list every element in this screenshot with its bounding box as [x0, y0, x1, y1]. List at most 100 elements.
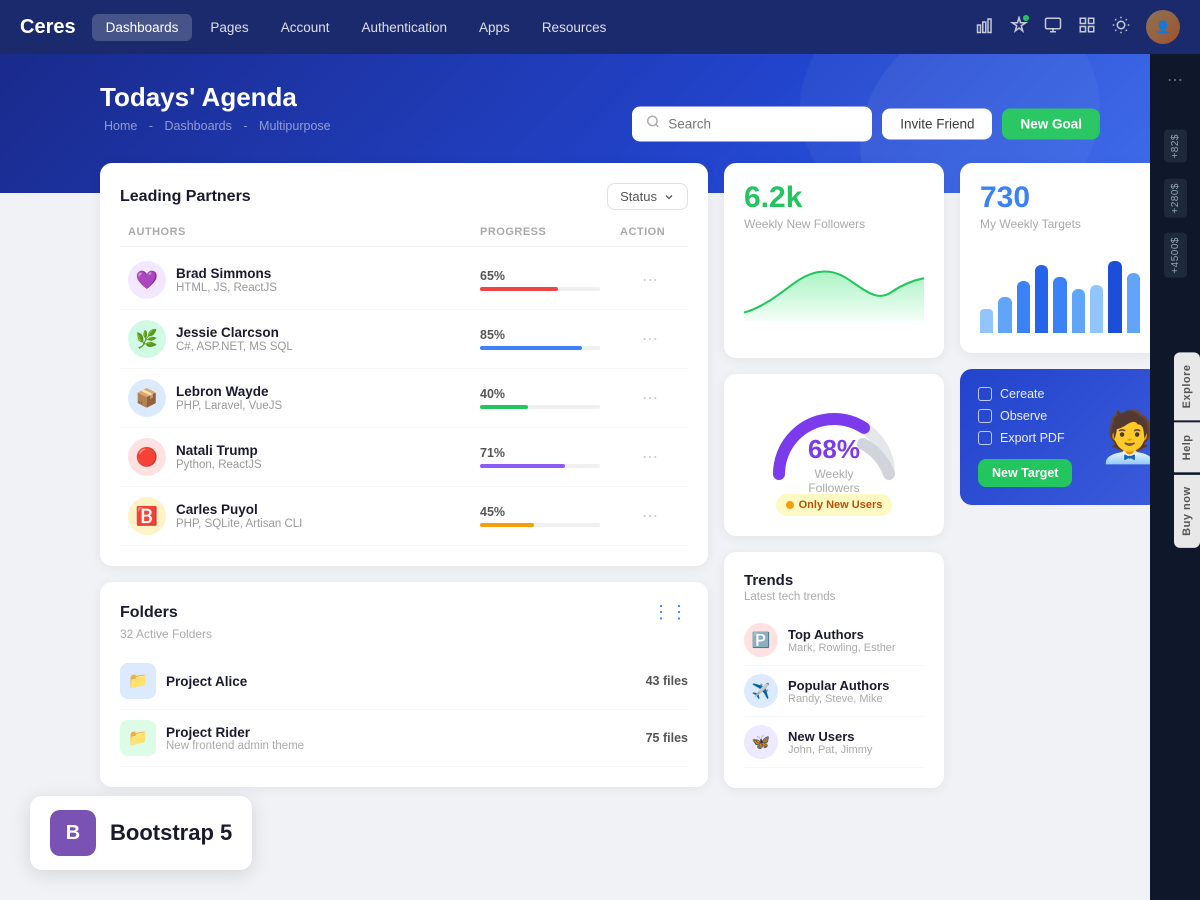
gauge-label: Weekly Followers	[789, 467, 879, 495]
partner-tech: PHP, Laravel, VueJS	[176, 400, 282, 412]
progress-bar-fill	[480, 464, 565, 468]
warning-dot	[786, 501, 794, 509]
progress-bar-bg	[480, 346, 600, 350]
partners-list: 💜 Brad Simmons HTML, JS, ReactJS 65% ⋯ 🌿…	[120, 251, 688, 546]
trend-name: Top Authors	[788, 627, 896, 642]
grid-icon[interactable]	[1078, 16, 1096, 39]
partner-info: 🅱️ Carles Puyol PHP, SQLite, Artisan CLI	[128, 497, 480, 535]
message-icon[interactable]	[1044, 16, 1062, 39]
list-item: 🅿️ Top Authors Mark, Rowling, Esther	[744, 615, 924, 666]
followers-card: 6.2k Weekly New Followers	[724, 163, 944, 358]
checkbox-export-pdf[interactable]	[978, 431, 992, 445]
partner-info: 💜 Brad Simmons HTML, JS, ReactJS	[128, 261, 480, 299]
progress-bar-bg	[480, 464, 600, 468]
nav-authentication[interactable]: Authentication	[347, 14, 461, 41]
progress-bar-fill	[480, 346, 582, 350]
navbar-icons: 👤	[976, 10, 1180, 44]
table-row: 📦 Lebron Wayde PHP, Laravel, VueJS 40% ⋯	[120, 369, 688, 428]
progress-col: 40%	[480, 387, 620, 409]
progress-col: 45%	[480, 505, 620, 527]
partner-avatar: 💜	[128, 261, 166, 299]
invite-friend-button[interactable]: Invite Friend	[882, 108, 992, 139]
partner-tech: PHP, SQLite, Artisan CLI	[176, 518, 302, 530]
partner-name: Carles Puyol	[176, 502, 302, 517]
search-input[interactable]	[668, 116, 858, 131]
new-goal-button[interactable]: New Goal	[1002, 108, 1100, 139]
breadcrumb-home[interactable]: Home	[104, 119, 137, 133]
panel-dots-icon[interactable]: ⋯	[1167, 70, 1183, 90]
gauge-wrap: 68% Weekly Followers	[744, 404, 924, 484]
action-menu[interactable]: ⋯	[620, 270, 680, 290]
right-column: 730 My Weekly Targets Cereate	[960, 163, 1160, 788]
gauge-percent: 68%	[789, 434, 879, 465]
progress-col: 65%	[480, 269, 620, 291]
breadcrumb-dashboards[interactable]: Dashboards	[164, 119, 231, 133]
only-new-users-badge: Only New Users	[776, 494, 893, 516]
partner-name: Jessie Clarcson	[176, 325, 293, 340]
badge-4500: +4500$	[1164, 233, 1187, 278]
partner-avatar: 🅱️	[128, 497, 166, 535]
sun-icon[interactable]	[1112, 16, 1130, 39]
partner-tech: C#, ASP.NET, MS SQL	[176, 341, 293, 353]
trends-subtitle: Latest tech trends	[744, 591, 924, 603]
table-header: AUTHORS PROGRESS ACTION	[120, 226, 688, 247]
list-item: 📁 Project Rider New frontend admin theme…	[120, 710, 688, 767]
watermark-bootstrap: B Bootstrap 5	[30, 796, 252, 870]
breadcrumb: Home - Dashboards - Multipurpose	[100, 119, 1100, 133]
trend-sub: Mark, Rowling, Esther	[788, 642, 896, 654]
action-menu[interactable]: ⋯	[620, 506, 680, 526]
progress-percent: 45%	[480, 505, 620, 519]
user-avatar[interactable]: 👤	[1146, 10, 1180, 44]
sparkle-icon[interactable]	[1010, 16, 1028, 39]
trend-name: Popular Authors	[788, 678, 889, 693]
action-menu[interactable]: ⋯	[620, 329, 680, 349]
partner-avatar: 🔴	[128, 438, 166, 476]
new-target-button[interactable]: New Target	[978, 459, 1072, 487]
navbar: Ceres Dashboards Pages Account Authentic…	[0, 0, 1200, 54]
folders-header: Folders ⋮⋮	[120, 602, 688, 623]
side-tab-help[interactable]: Help	[1174, 422, 1200, 472]
targets-count: 730	[980, 183, 1140, 213]
nav-resources[interactable]: Resources	[528, 14, 621, 41]
folders-options-icon[interactable]: ⋮⋮	[652, 602, 688, 623]
trend-icon: ✈️	[744, 674, 778, 708]
trends-title: Trends	[744, 572, 924, 589]
folder-files: 43 files	[646, 674, 688, 688]
folders-title: Folders	[120, 604, 178, 622]
progress-percent: 71%	[480, 446, 620, 460]
trend-icon: 🦋	[744, 725, 778, 759]
nav-dashboards[interactable]: Dashboards	[92, 14, 193, 41]
list-item: ✈️ Popular Authors Randy, Steve, Mike	[744, 666, 924, 717]
search-icon	[646, 114, 660, 133]
chart-icon[interactable]	[976, 16, 994, 39]
checkbox-cereate[interactable]	[978, 387, 992, 401]
nav-apps[interactable]: Apps	[465, 14, 524, 41]
partner-info: 📦 Lebron Wayde PHP, Laravel, VueJS	[128, 379, 480, 417]
folder-name: Project Alice	[166, 674, 247, 689]
partner-avatar: 🌿	[128, 320, 166, 358]
side-tab-explore[interactable]: Explore	[1174, 352, 1200, 420]
bootstrap-icon: B	[50, 810, 96, 856]
nav-account[interactable]: Account	[267, 14, 344, 41]
partner-tech: HTML, JS, ReactJS	[176, 282, 277, 294]
partner-name: Lebron Wayde	[176, 384, 282, 399]
table-row: 🌿 Jessie Clarcson C#, ASP.NET, MS SQL 85…	[120, 310, 688, 369]
action-menu[interactable]: ⋯	[620, 388, 680, 408]
brand-logo: Ceres	[20, 16, 76, 39]
partner-name: Brad Simmons	[176, 266, 277, 281]
side-tabs: Explore Help Buy now	[1174, 352, 1200, 547]
lp-header: Leading Partners Status	[120, 183, 688, 210]
side-tab-buy-now[interactable]: Buy now	[1174, 474, 1200, 547]
status-dropdown[interactable]: Status	[607, 183, 688, 210]
breadcrumb-multipurpose: Multipurpose	[259, 119, 331, 133]
partner-name: Natali Trump	[176, 443, 262, 458]
action-menu[interactable]: ⋯	[620, 447, 680, 467]
folder-name: Project Rider	[166, 725, 304, 740]
trend-icon: 🅿️	[744, 623, 778, 657]
trends-card: Trends Latest tech trends 🅿️ Top Authors…	[724, 552, 944, 788]
nav-pages[interactable]: Pages	[196, 14, 262, 41]
search-box[interactable]	[632, 106, 872, 141]
folder-desc: New frontend admin theme	[166, 740, 304, 752]
table-row: 💜 Brad Simmons HTML, JS, ReactJS 65% ⋯	[120, 251, 688, 310]
checkbox-observe[interactable]	[978, 409, 992, 423]
